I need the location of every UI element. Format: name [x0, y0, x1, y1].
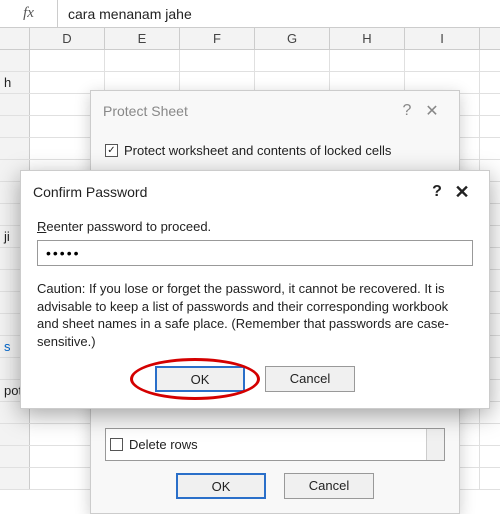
checkbox-icon[interactable]: ✓: [105, 144, 118, 157]
col-header[interactable]: G: [255, 28, 330, 49]
scrollbar[interactable]: [426, 429, 444, 460]
fx-label[interactable]: fx: [0, 0, 58, 27]
column-headers: D E F G H I: [0, 28, 500, 50]
ok-button[interactable]: OK: [155, 366, 245, 392]
dialog-title: Protect Sheet: [103, 103, 397, 119]
cancel-button[interactable]: Cancel: [265, 366, 355, 392]
col-corner: [0, 28, 30, 49]
protect-checkbox-row[interactable]: ✓ Protect worksheet and contents of lock…: [105, 143, 445, 158]
formula-bar: fx cara menanam jahe: [0, 0, 500, 28]
ok-button[interactable]: OK: [176, 473, 266, 499]
checkbox-icon[interactable]: [110, 438, 123, 451]
dialog-titlebar: Confirm Password ? ✕: [21, 171, 489, 213]
dialog-titlebar: Protect Sheet ? ✕: [91, 91, 459, 131]
permissions-listbox[interactable]: Delete rows: [105, 428, 445, 461]
help-icon[interactable]: ?: [427, 183, 447, 201]
col-header[interactable]: I: [405, 28, 480, 49]
password-input[interactable]: [37, 240, 473, 266]
close-icon[interactable]: ✕: [417, 101, 447, 121]
col-header[interactable]: D: [30, 28, 105, 49]
close-icon[interactable]: ✕: [447, 182, 477, 203]
permission-option: Delete rows: [129, 437, 198, 452]
help-icon[interactable]: ?: [397, 102, 417, 120]
cell[interactable]: h: [0, 72, 30, 93]
caution-text: Caution: If you lose or forget the passw…: [37, 280, 473, 350]
col-header[interactable]: F: [180, 28, 255, 49]
formula-input[interactable]: cara menanam jahe: [58, 0, 500, 27]
reenter-label: Reenter password to proceed.: [37, 219, 473, 234]
dialog-title: Confirm Password: [33, 184, 427, 200]
col-header[interactable]: H: [330, 28, 405, 49]
cancel-button[interactable]: Cancel: [284, 473, 374, 499]
col-header[interactable]: E: [105, 28, 180, 49]
confirm-password-dialog: Confirm Password ? ✕ Reenter password to…: [20, 170, 490, 409]
protect-checkbox-label: Protect worksheet and contents of locked…: [124, 143, 391, 158]
